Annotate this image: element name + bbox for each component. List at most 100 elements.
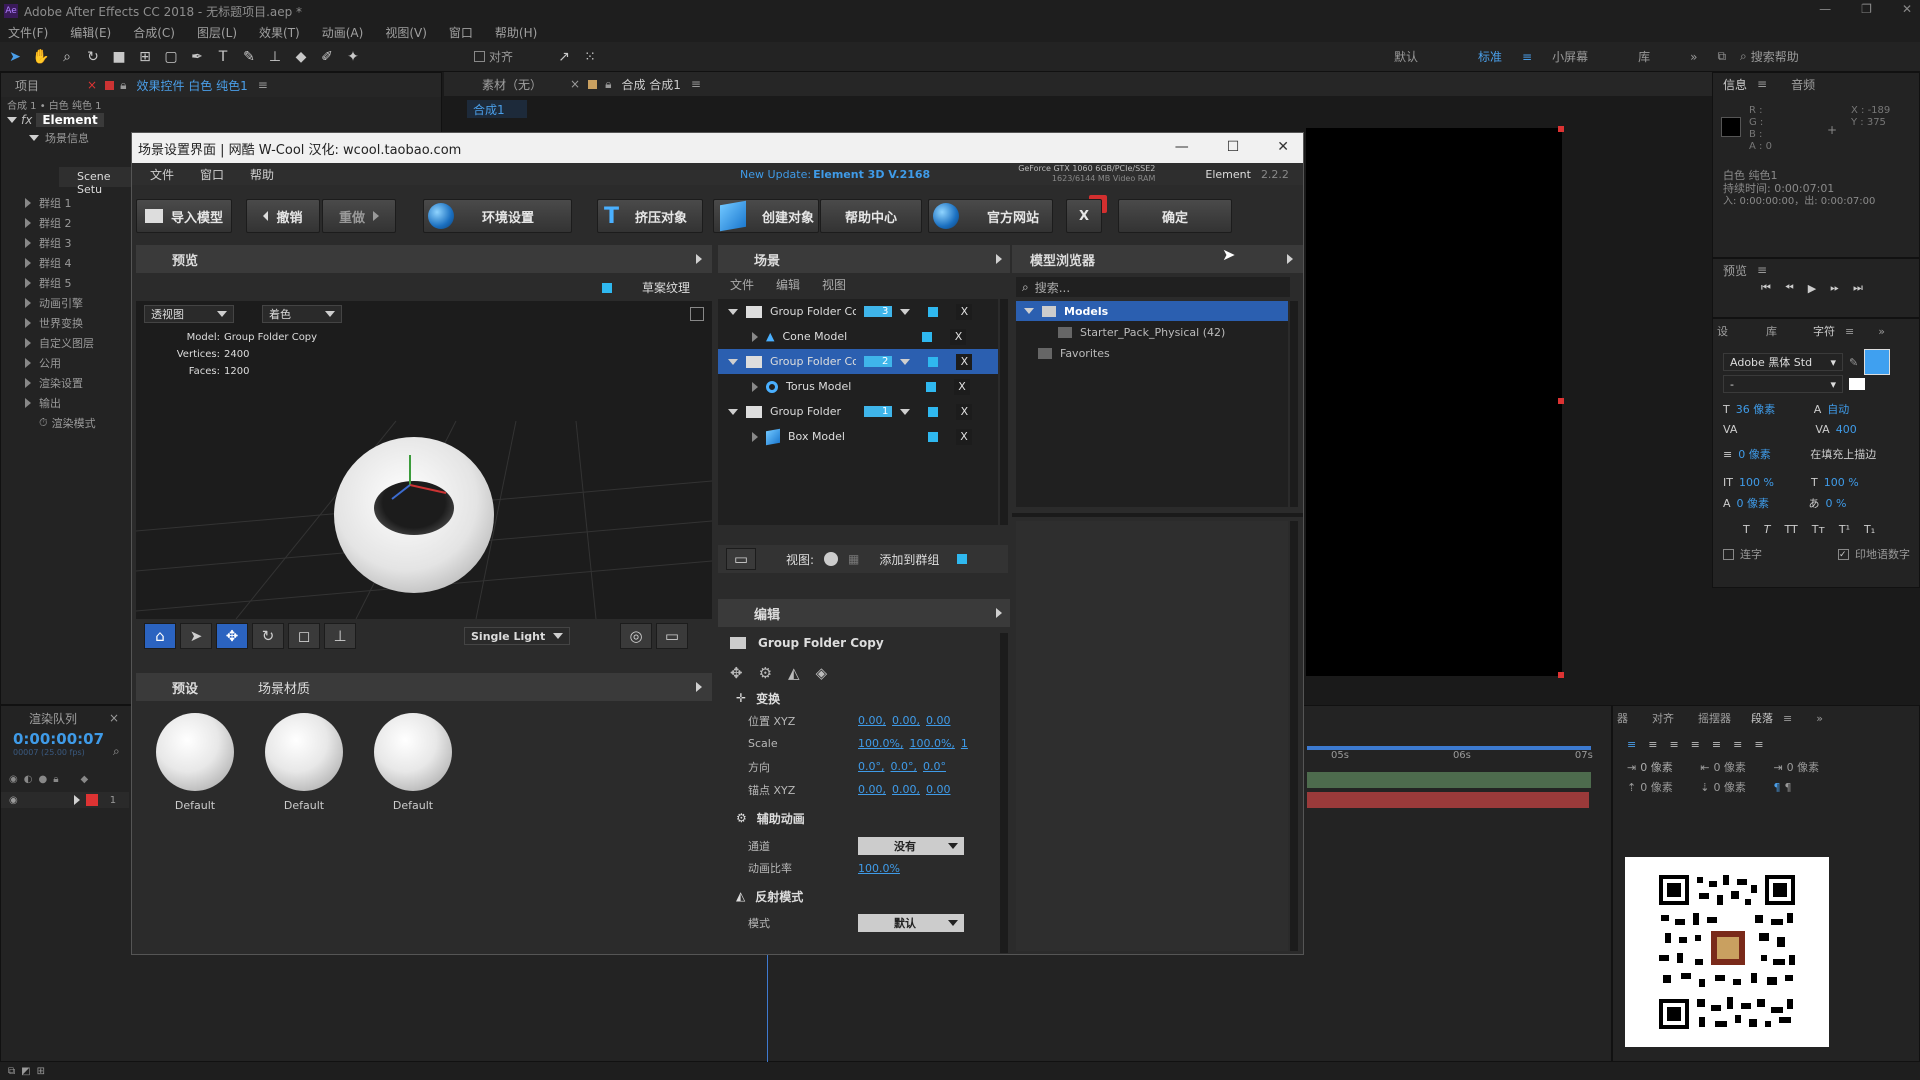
plugin-menu-file[interactable]: 文件: [150, 166, 174, 183]
position-z[interactable]: 0.00: [926, 714, 951, 727]
menu-effect[interactable]: 效果(T): [259, 24, 300, 41]
tab-audio[interactable]: 音频: [1781, 76, 1825, 93]
scene-scrollbar[interactable]: [1000, 299, 1008, 525]
expand-icon[interactable]: [73, 795, 80, 805]
solo-icon[interactable]: ●: [38, 774, 47, 785]
official-site-button[interactable]: 官方网站: [928, 199, 1053, 233]
first-frame-icon[interactable]: ⏮: [1761, 281, 1771, 295]
options-icon[interactable]: ⊞: [37, 1066, 45, 1077]
tab-wiggler[interactable]: 摇摆器: [1688, 710, 1741, 726]
close-icon[interactable]: ✕: [1902, 2, 1912, 16]
settings-icon[interactable]: ⚙: [759, 664, 772, 682]
tab-info[interactable]: 信息: [1713, 76, 1757, 93]
panel-menu-icon[interactable]: ≡: [1845, 325, 1854, 338]
align-checkbox-icon[interactable]: [474, 51, 485, 62]
align-right-icon[interactable]: ≡: [1669, 738, 1678, 751]
environment-settings-button[interactable]: 环境设置: [423, 199, 572, 233]
panel-menu-icon[interactable]: ≡: [1757, 263, 1767, 277]
scene-row-cone[interactable]: ▲ Cone Model X: [718, 324, 998, 349]
collapse-icon[interactable]: [25, 318, 31, 328]
position-x[interactable]: 0.00,: [858, 714, 886, 727]
indent-left-value[interactable]: 0 像素: [1640, 759, 1696, 775]
tab-footage[interactable]: 素材（无）: [472, 76, 552, 93]
tab-left-2[interactable]: 器: [1613, 710, 1632, 726]
edit-collapse-icon[interactable]: [996, 608, 1002, 618]
hindi-checkbox[interactable]: ✓: [1838, 548, 1849, 560]
camera-tool-button[interactable]: ⌂: [144, 623, 176, 649]
tree-group-3[interactable]: 群组 3: [25, 233, 135, 253]
tab-render-queue[interactable]: 渲染队列: [19, 710, 87, 727]
expand-icon[interactable]: [29, 135, 39, 141]
collapse-icon[interactable]: [25, 378, 31, 388]
close-x-button[interactable]: X: [1066, 199, 1102, 233]
scene-collapse-icon[interactable]: [996, 254, 1002, 264]
visibility-icon[interactable]: ◉: [9, 774, 18, 785]
mode-dropdown[interactable]: 默认: [858, 914, 964, 932]
subscript-icon[interactable]: T₁: [1864, 523, 1875, 536]
all-caps-icon[interactable]: TT: [1784, 523, 1797, 536]
collapse-icon[interactable]: [25, 298, 31, 308]
comp-subtab[interactable]: 合成1: [467, 100, 527, 118]
leading-value[interactable]: 自动: [1827, 401, 1849, 417]
workspace-default[interactable]: 默认: [1394, 48, 1418, 65]
anchor-y[interactable]: 0.00,: [892, 783, 920, 796]
redo-button[interactable]: 重做: [322, 199, 396, 233]
scale-tool-button[interactable]: ◻: [288, 623, 320, 649]
workspace-library[interactable]: 库: [1638, 48, 1650, 65]
delete-x-button[interactable]: X: [956, 403, 973, 420]
baseline-value[interactable]: 0 像素: [1737, 495, 1803, 511]
hand-tool-icon[interactable]: ✋: [30, 46, 52, 68]
new-folder-button[interactable]: ▭: [726, 548, 756, 570]
scene-menu-view[interactable]: 视图: [822, 276, 846, 293]
align-left-icon[interactable]: ≡: [1627, 738, 1636, 751]
effect-name[interactable]: Element: [36, 113, 104, 127]
visibility-checkbox[interactable]: [928, 306, 939, 317]
effects-lock-icon[interactable]: [105, 80, 115, 90]
close-icon[interactable]: ✕: [1277, 139, 1289, 155]
scene-row-group-1[interactable]: Group Folder 1 X: [718, 399, 998, 424]
import-model-button[interactable]: 导入模型: [136, 199, 232, 233]
transform-icon[interactable]: ✥: [730, 664, 743, 682]
close-tab-icon[interactable]: ×: [109, 711, 119, 725]
menu-help[interactable]: 帮助(H): [495, 24, 537, 41]
fill-color-swatch[interactable]: [1864, 349, 1891, 375]
workspace-small-screen[interactable]: 小屏幕: [1552, 48, 1588, 65]
font-size-value[interactable]: 36 像素: [1736, 401, 1808, 417]
browser-collapse-icon[interactable]: [1287, 254, 1293, 264]
stroke-mode-value[interactable]: 在填充上描边: [1810, 446, 1876, 462]
pan-behind-tool-icon[interactable]: ⊞: [134, 46, 156, 68]
clone-stamp-tool-icon[interactable]: ⊥: [264, 46, 286, 68]
font-style-dropdown[interactable]: - ▾: [1723, 375, 1843, 393]
view-dropdown[interactable]: 透视图: [144, 305, 234, 323]
collapse-icon[interactable]: [752, 431, 758, 442]
scene-row-group-3[interactable]: Group Folder Cc 3 X: [718, 299, 998, 324]
type-tool-icon[interactable]: T: [212, 46, 234, 68]
pen-tool-icon[interactable]: ✒: [186, 46, 208, 68]
delete-x-button[interactable]: X: [956, 428, 972, 445]
visibility-icon[interactable]: ◉: [9, 795, 18, 806]
visibility-checkbox[interactable]: [926, 381, 936, 392]
axis-tool-button[interactable]: ⊥: [324, 623, 356, 649]
horizontal-scale-value[interactable]: 100 %: [1824, 476, 1859, 489]
panel-more-icon[interactable]: »: [1878, 325, 1885, 338]
rotate-tool-button[interactable]: ↻: [252, 623, 284, 649]
tab-project[interactable]: 项目: [5, 77, 49, 94]
justify-left-icon[interactable]: ≡: [1691, 738, 1700, 751]
comp-flowchart-icon[interactable]: ⧉: [8, 1066, 15, 1077]
panel-menu-icon[interactable]: ≡: [258, 78, 268, 92]
expand-icon[interactable]: [728, 358, 738, 365]
zoom-tool-icon[interactable]: ⌕: [56, 46, 78, 68]
edit-scrollbar[interactable]: [1000, 633, 1008, 953]
ltr-icon[interactable]: ¶: [1773, 781, 1780, 794]
tab-library[interactable]: 库: [1756, 323, 1787, 339]
collapse-icon[interactable]: [25, 218, 31, 228]
menu-file[interactable]: 文件(F): [8, 24, 48, 41]
snap-icon[interactable]: ↗: [553, 46, 575, 68]
undo-button[interactable]: 撤销: [246, 199, 320, 233]
group-number-dropdown[interactable]: 3: [864, 306, 893, 317]
plugin-menu-window[interactable]: 窗口: [200, 166, 224, 183]
tab-composition[interactable]: 合成 合成1: [611, 76, 690, 93]
extrude-object-button[interactable]: T 挤压对象: [597, 199, 703, 233]
shade-dropdown[interactable]: 着色: [262, 305, 342, 323]
timeline-layer-row[interactable]: ◉ 1: [1, 792, 129, 808]
